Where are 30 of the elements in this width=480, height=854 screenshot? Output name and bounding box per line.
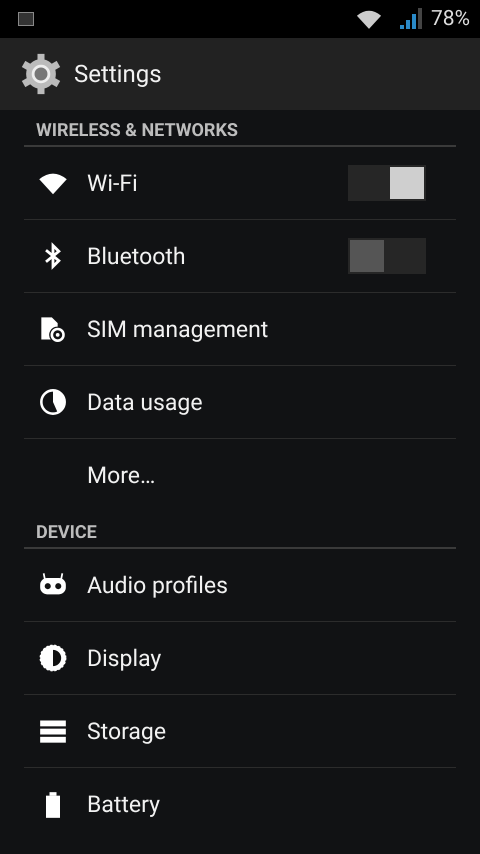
item-label: SIM management (87, 316, 270, 342)
section-header: DEVICE (24, 512, 456, 549)
settings-item[interactable]: Display (24, 622, 456, 695)
settings-item[interactable]: Data usage (24, 366, 456, 439)
battery-percentage: 78% (431, 7, 470, 31)
cell-signal-icon (397, 7, 423, 31)
settings-item[interactable]: Wi-Fi (24, 147, 456, 220)
settings-item[interactable]: SIM management (24, 293, 456, 366)
settings-item[interactable]: More… (24, 439, 456, 512)
section-header: WIRELESS & NETWORKS (24, 110, 456, 147)
item-label: Bluetooth (87, 242, 187, 270)
item-label: Data usage (87, 388, 204, 416)
toggle-switch[interactable] (348, 238, 426, 274)
settings-item[interactable]: Bluetooth (24, 220, 456, 293)
settings-item[interactable]: Audio profiles (24, 549, 456, 622)
screen-title: Settings (74, 60, 162, 88)
item-label: Battery (87, 791, 161, 818)
pie-chart-icon (38, 388, 68, 416)
wifi-signal-icon (355, 8, 383, 30)
image-notification-icon (18, 12, 34, 26)
settings-icon[interactable] (20, 53, 62, 95)
item-label: Display (87, 644, 162, 672)
item-label: Storage (87, 718, 168, 744)
brightness-icon (38, 644, 68, 672)
item-label: More… (87, 462, 156, 489)
item-label: Wi-Fi (87, 170, 139, 196)
item-label: Audio profiles (87, 572, 229, 598)
toggle-switch[interactable] (348, 165, 426, 201)
settings-item[interactable]: Storage (24, 695, 456, 768)
settings-item[interactable]: Battery (24, 768, 456, 841)
